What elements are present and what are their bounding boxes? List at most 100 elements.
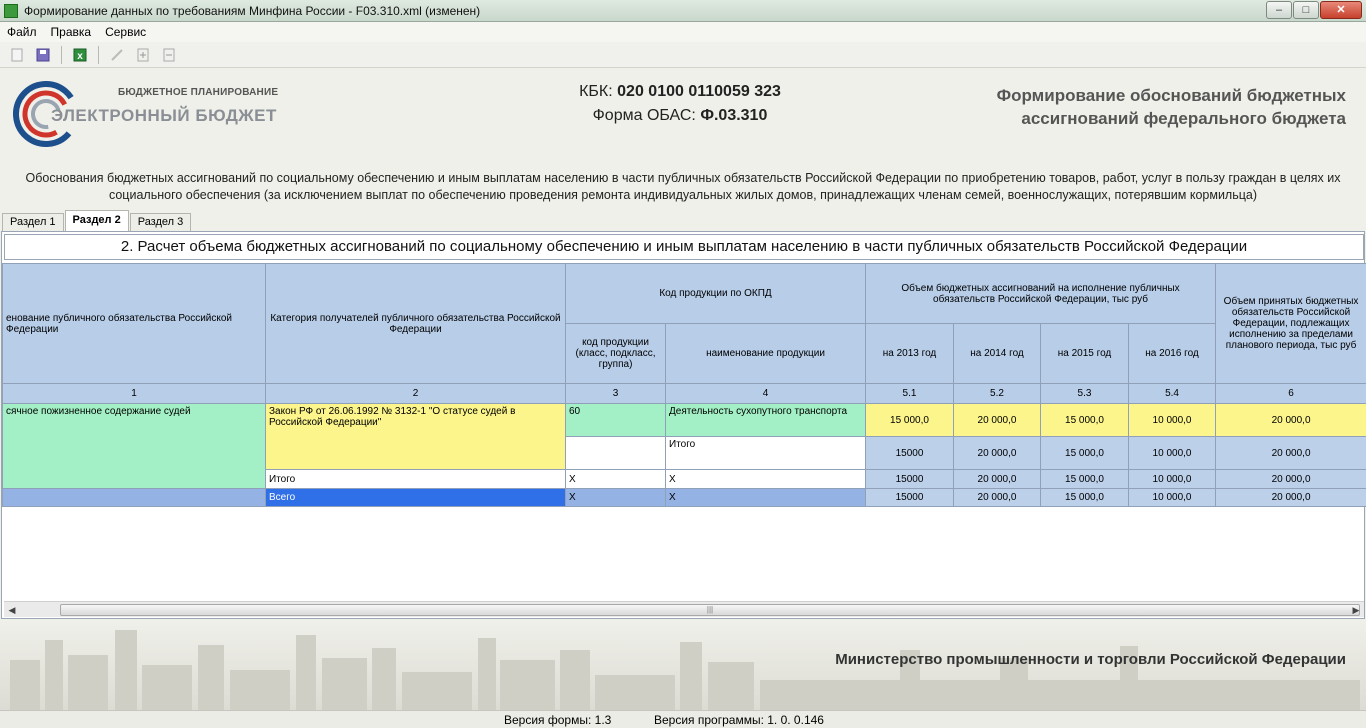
column-number: 4 [665,383,866,404]
product-code-cell[interactable]: X [565,469,666,489]
scrollbar-thumb[interactable]: ||| [60,604,1360,616]
svg-text:x: x [77,51,83,62]
description-line1: Обоснования бюджетных ассигнований по со… [25,171,1341,185]
value-accepted-cell[interactable]: 20 000,0 [1215,488,1366,507]
section-panel: 2. Расчет объема бюджетных ассигнований … [1,231,1366,619]
section-title: 2. Расчет объема бюджетных ассигнований … [4,234,1364,260]
window-controls: – □ ✕ [1266,1,1362,19]
status-bar: Версия формы: 1.3 Версия программы: 1. 0… [0,710,1366,728]
header-2014: на 2014 год [953,323,1041,384]
menu-service[interactable]: Сервис [98,25,153,39]
kbk-value: 020 0100 0110059 323 [617,83,781,100]
obligation-cell[interactable] [2,488,266,507]
program-version: Версия программы: 1. 0. 0.146 [654,713,824,727]
remove-row-icon[interactable] [158,45,180,65]
value-2014-cell[interactable]: 20 000,0 [953,469,1041,489]
product-name-cell[interactable]: Итого [665,436,866,470]
maximize-button[interactable]: □ [1293,1,1319,19]
menu-file[interactable]: Файл [0,25,44,39]
toolbar: x [0,42,1366,68]
value-2014-cell[interactable]: 20 000,0 [953,488,1041,507]
value-2016-cell[interactable]: 10 000,0 [1127,469,1217,489]
table-row: Всего X X 15000 20 000,0 15 000,0 10 000… [2,488,1366,507]
section-tabs: Раздел 1 Раздел 2 Раздел 3 [2,210,192,231]
title-bar: Формирование данных по требованиям Минфи… [0,0,1366,22]
value-2016-cell[interactable]: 10 000,0 [1127,403,1217,437]
header-2016: на 2016 год [1127,323,1217,384]
page-title: Формирование обоснований бюджетных ассиг… [866,84,1346,130]
description-line2: социального обеспечения (за исключением … [108,188,1258,202]
value-accepted-cell[interactable]: 20 000,0 [1215,403,1366,437]
form-version: Версия формы: 1.3 [504,713,612,727]
column-number: 6 [1215,383,1366,404]
product-code-cell[interactable] [565,436,666,470]
close-button[interactable]: ✕ [1320,1,1362,19]
value-2016-cell[interactable]: 10 000,0 [1127,436,1217,470]
category-cell[interactable]: Всего [265,488,566,507]
form-value: Ф.03.310 [700,107,768,124]
save-icon[interactable] [32,45,54,65]
minimize-button[interactable]: – [1266,1,1292,19]
column-number: 1 [2,383,266,404]
value-2013-cell[interactable]: 15000 [865,488,954,507]
value-2015-cell[interactable]: 15 000,0 [1040,436,1129,470]
header-2013: на 2013 год [865,323,954,384]
kbk-label: КБК: [579,83,613,100]
column-number: 5.1 [865,383,954,404]
value-2013-cell[interactable]: 15 000,0 [865,403,954,437]
page-title-line2: ассигнований федерального бюджета [1021,109,1346,128]
value-2015-cell[interactable]: 15 000,0 [1040,488,1129,507]
new-document-icon[interactable] [6,45,28,65]
edit-icon[interactable] [106,45,128,65]
column-number-row: 1 2 3 4 5.1 5.2 5.3 5.4 6 [2,383,1366,404]
header-category: Категория получателей публичного обязате… [265,263,566,384]
value-2015-cell[interactable]: 15 000,0 [1040,403,1129,437]
tab-section-2[interactable]: Раздел 2 [64,210,129,231]
product-name-cell[interactable]: X [665,488,866,507]
page-title-line1: Формирование обоснований бюджетных [996,86,1346,105]
value-accepted-cell[interactable]: 20 000,0 [1215,469,1366,489]
menu-edit[interactable]: Правка [44,25,99,39]
value-2016-cell[interactable]: 10 000,0 [1127,488,1217,507]
value-2015-cell[interactable]: 15 000,0 [1040,469,1129,489]
horizontal-scrollbar[interactable]: ◀ ||| ▶ [4,601,1364,617]
data-grid: енование публичного обязательства Россий… [2,263,1366,507]
header-volume: Объем бюджетных ассигнований на исполнен… [864,263,1217,324]
column-number: 5.3 [1040,383,1129,404]
value-2014-cell[interactable]: 20 000,0 [953,436,1041,470]
tab-section-3[interactable]: Раздел 3 [129,213,192,231]
header-obligation: енование публичного обязательства Россий… [2,263,266,384]
window-title: Формирование данных по требованиям Минфи… [24,3,481,18]
value-2013-cell[interactable]: 15000 [865,436,954,470]
logo-subtitle: БЮДЖЕТНОЕ ПЛАНИРОВАНИЕ [118,87,279,98]
value-2013-cell[interactable]: 15000 [865,469,954,489]
add-row-icon[interactable] [132,45,154,65]
product-name-cell[interactable]: Деятельность сухопутного транспорта [665,403,866,437]
menu-bar: Файл Правка Сервис [0,22,1366,42]
app-icon [4,3,18,18]
toolbar-separator [61,45,62,64]
header-2015: на 2015 год [1040,323,1129,384]
tab-section-1[interactable]: Раздел 1 [2,213,64,231]
header-accepted: Объем принятых бюджетных обязательств Ро… [1215,263,1366,384]
column-number: 5.2 [953,383,1041,404]
product-name-cell[interactable]: X [665,469,866,489]
product-code-cell[interactable]: 60 [565,403,666,437]
category-cell[interactable]: Итого [265,469,566,489]
value-accepted-cell[interactable]: 20 000,0 [1215,436,1366,470]
category-cell[interactable]: Закон РФ от 26.06.1992 № 3132-1 "О стату… [265,403,566,470]
scroll-left-icon[interactable]: ◀ [4,602,20,618]
product-code-cell[interactable]: X [565,488,666,507]
excel-export-icon[interactable]: x [69,45,91,65]
scroll-right-icon[interactable]: ▶ [1348,602,1364,618]
header-okpd-code: код продукции (класс, подкласс, группа) [565,323,666,384]
table-row: сячное пожизненное содержание судей Зако… [2,403,1366,489]
footer: Министерство промышленности и торговли Р… [0,620,1366,710]
obligation-cell[interactable]: сячное пожизненное содержание судей [2,403,266,489]
value-2014-cell[interactable]: 20 000,0 [953,403,1041,437]
logo-title: ЭЛЕКТРОННЫЙ БЮДЖЕТ [51,106,277,125]
kbk-line: КБК: 020 0100 0110059 323 [500,83,860,101]
column-number: 2 [265,383,566,404]
header-okpd: Код продукции по ОКПД [565,263,866,324]
header-okpd-name: наименование продукции [665,323,866,384]
